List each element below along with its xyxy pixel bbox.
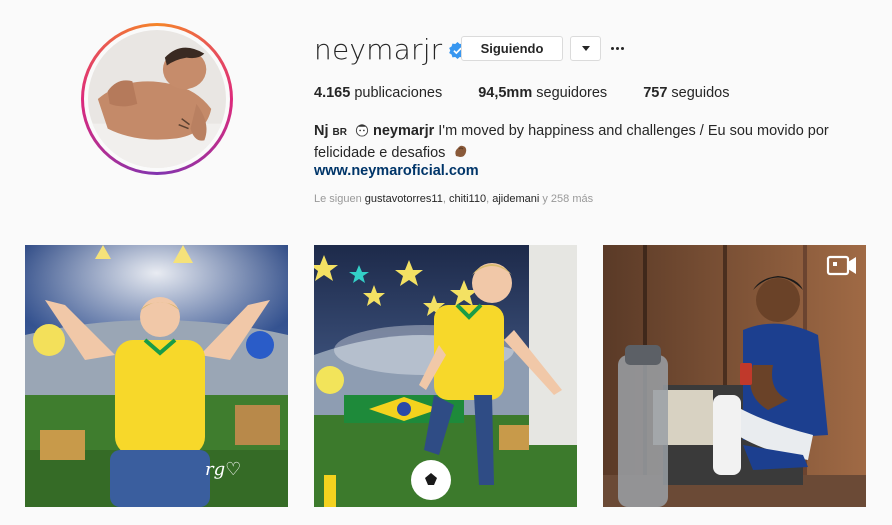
- bio-website-link[interactable]: www.neymaroficial.com: [314, 163, 479, 179]
- post-image: rg♡: [25, 245, 288, 507]
- avatar: [88, 30, 226, 168]
- post-thumbnail[interactable]: [603, 245, 866, 507]
- face-emoji: [355, 124, 369, 137]
- suggested-dropdown-button[interactable]: [570, 36, 601, 61]
- following-button[interactable]: Siguiendo: [461, 36, 563, 61]
- post-image: [603, 245, 866, 507]
- followed-by-user[interactable]: ajidemani: [492, 193, 539, 205]
- avatar-border: [84, 26, 230, 172]
- flexed-hand-emoji: [455, 145, 467, 157]
- profile-bio: Nj BR neymarjr I'm moved by happiness and…: [314, 121, 854, 164]
- followed-by-user[interactable]: chiti110: [449, 193, 486, 205]
- profile-stats: 4.165 publicaciones 94,5mm seguidores 75…: [314, 85, 765, 101]
- bio-name: Nj: [314, 123, 329, 139]
- followed-by-text: Le siguen gustavotorres11, chiti110, aji…: [314, 193, 594, 205]
- posts-count: 4.165: [314, 85, 351, 101]
- profile-avatar-ring[interactable]: [81, 23, 233, 175]
- bio-handle[interactable]: neymarjr: [373, 123, 434, 139]
- following-stat[interactable]: 757 seguidos: [643, 85, 729, 101]
- profile-header: neymarjr: [314, 33, 467, 66]
- followers-count: 94,5mm: [478, 85, 533, 101]
- post-thumbnail[interactable]: [314, 245, 577, 507]
- followed-by-suffix: y 258 más: [542, 193, 594, 205]
- followers-stat[interactable]: 94,5mm seguidores: [478, 85, 607, 101]
- following-count: 757: [643, 85, 668, 101]
- posts-label: publicaciones: [354, 85, 443, 101]
- followed-by-prefix: Le siguen: [314, 193, 362, 205]
- posts-stat: 4.165 publicaciones: [314, 85, 442, 101]
- post-thumbnail[interactable]: rg♡: [25, 245, 288, 507]
- following-label: seguidos: [671, 85, 730, 101]
- followed-by-user[interactable]: gustavotorres11: [365, 193, 443, 205]
- followers-label: seguidores: [536, 85, 608, 101]
- bio-country: BR: [332, 127, 347, 138]
- post-image: [314, 245, 577, 507]
- svg-text:rg♡: rg♡: [205, 459, 241, 480]
- more-options-icon[interactable]: [609, 38, 625, 58]
- chevron-down-icon: [581, 46, 590, 51]
- profile-username: neymarjr: [314, 33, 443, 66]
